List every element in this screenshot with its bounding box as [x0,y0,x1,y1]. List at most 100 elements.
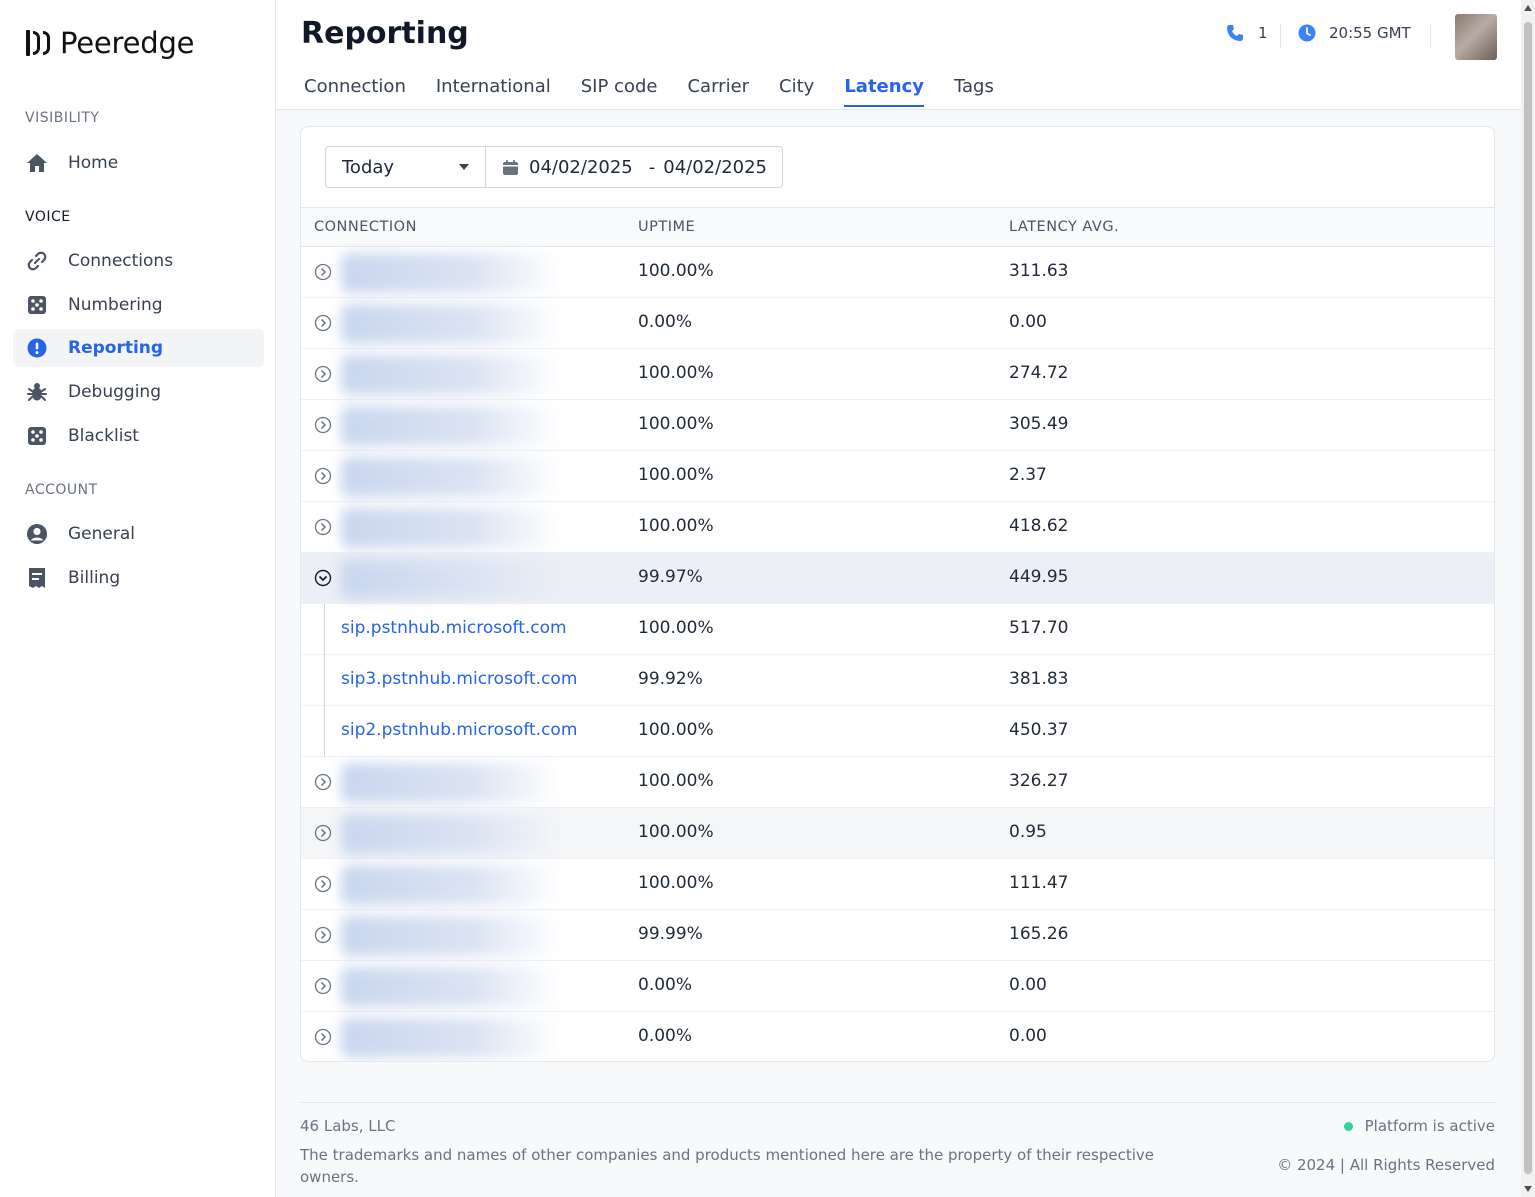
uptime-cell: 100.00% [638,516,714,536]
home-icon [25,151,49,175]
sidebar-item-connections[interactable]: Connections [13,242,264,280]
tab-international[interactable]: International [436,76,551,107]
table-row[interactable]: 100.00% 0.95 [301,808,1494,859]
page-scrollbar[interactable] [1521,0,1535,1197]
sidebar-item-numbering[interactable]: Numbering [13,286,264,324]
sub-row: sip.pstnhub.microsoft.com 100.00% 517.70 [301,604,1494,655]
expand-chevron-icon[interactable] [314,926,332,944]
copyright: © 2024 | All Rights Reserved [1277,1156,1495,1174]
latency-cell: 381.83 [1009,669,1069,689]
period-select[interactable]: Today [326,147,486,187]
platform-status: Platform is active [1343,1117,1495,1135]
column-header-uptime[interactable]: UPTIME [638,219,695,235]
scroll-down-icon[interactable] [1524,1186,1532,1192]
expand-chevron-icon[interactable] [314,518,332,536]
latency-cell: 450.37 [1009,720,1069,740]
latency-cell: 0.95 [1009,822,1047,842]
active-calls[interactable]: 1 [1226,24,1268,42]
latency-cell: 0.00 [1009,975,1047,995]
redacted-connection-name [341,865,561,905]
table-row[interactable]: 0.00% 0.00 [301,1012,1494,1061]
tab-sip-code[interactable]: SIP code [581,76,658,107]
table-row[interactable]: 99.99% 165.26 [301,910,1494,961]
tab-connection[interactable]: Connection [304,76,406,107]
sub-row: sip2.pstnhub.microsoft.com 100.00% 450.3… [301,706,1494,757]
sidebar-item-label: Numbering [68,295,163,315]
tab-latency[interactable]: Latency [844,76,924,107]
uptime-cell: 100.00% [638,465,714,485]
table-row[interactable]: 100.00% 305.49 [301,400,1494,451]
sidebar-item-label: Home [68,153,119,173]
table-row[interactable]: 100.00% 418.62 [301,502,1494,553]
avatar[interactable] [1455,14,1497,60]
expand-chevron-icon[interactable] [314,263,332,281]
table-row[interactable]: 0.00% 0.00 [301,298,1494,349]
expand-chevron-icon[interactable] [314,314,332,332]
expand-chevron-icon[interactable] [314,365,332,383]
table-row[interactable]: 0.00% 0.00 [301,961,1494,1012]
sidebar-item-debugging[interactable]: Debugging [13,373,264,411]
column-header-connection[interactable]: CONNECTION [314,219,417,235]
tab-carrier[interactable]: Carrier [687,76,749,107]
user-circle-icon [25,522,49,546]
latency-cell: 0.00 [1009,312,1047,332]
table-row[interactable]: 100.00% 111.47 [301,859,1494,910]
scrollbar-thumb[interactable] [1524,22,1532,1174]
company-name: 46 Labs, LLC [300,1117,396,1135]
sidebar-item-label: General [68,524,135,544]
caret-down-icon [459,164,469,170]
uptime-cell: 99.99% [638,924,703,944]
sidebar-item-general[interactable]: General [13,515,264,553]
uptime-cell: 100.00% [638,771,714,791]
dice-icon [25,293,49,317]
brand-logo[interactable]: Peeredge [26,26,195,60]
expand-chevron-icon[interactable] [314,1028,332,1046]
section-visibility: VISIBILITY [25,110,100,126]
column-header-latency[interactable]: LATENCY AVG. [1009,219,1119,235]
sidebar-item-reporting[interactable]: Reporting [13,329,264,367]
collapse-chevron-icon[interactable] [314,569,332,587]
latency-cell: 517.70 [1009,618,1069,638]
redacted-connection-name [341,559,561,599]
peeredge-logo-icon [26,28,50,58]
expand-chevron-icon[interactable] [314,773,332,791]
alert-circle-icon [25,336,49,360]
host-link[interactable]: sip3.pstnhub.microsoft.com [341,669,577,689]
platform-status-text: Platform is active [1364,1117,1495,1135]
uptime-cell: 99.97% [638,567,703,587]
footer: 46 Labs, LLC The trademarks and names of… [300,1102,1495,1186]
table-row-expanded[interactable]: 99.97% 449.95 [301,553,1494,604]
host-link[interactable]: sip2.pstnhub.microsoft.com [341,720,577,740]
expand-chevron-icon[interactable] [314,467,332,485]
status-dot-icon [1343,1121,1353,1131]
uptime-cell: 100.00% [638,822,714,842]
table-body: 100.00% 311.63 0.00% 0.00 100.00% 274.72… [301,247,1494,1061]
expand-chevron-icon[interactable] [314,875,332,893]
calendar-icon [502,159,519,176]
table-row[interactable]: 100.00% 2.37 [301,451,1494,502]
tab-city[interactable]: City [779,76,814,107]
sidebar-item-home[interactable]: Home [13,144,264,182]
table-row[interactable]: 100.00% 326.27 [301,757,1494,808]
sidebar-item-billing[interactable]: Billing [13,559,264,597]
date-range-picker[interactable]: 04/02/2025 - 04/02/2025 [486,147,767,187]
table-row[interactable]: 100.00% 274.72 [301,349,1494,400]
expand-chevron-icon[interactable] [314,977,332,995]
tab-tags[interactable]: Tags [954,76,994,107]
date-to[interactable]: 04/02/2025 [663,157,767,178]
expand-chevron-icon[interactable] [314,416,332,434]
uptime-cell: 100.00% [638,261,714,281]
latency-cell: 418.62 [1009,516,1069,536]
top-bar: Reporting 1 20:55 GMT Connection Interna… [276,0,1521,110]
expand-chevron-icon[interactable] [314,824,332,842]
sidebar-item-label: Debugging [68,382,161,402]
sidebar-item-label: Connections [68,251,174,271]
scroll-up-icon[interactable] [1524,5,1532,11]
date-from[interactable]: 04/02/2025 [529,157,633,178]
latency-cell: 274.72 [1009,363,1069,383]
table-row[interactable]: 100.00% 311.63 [301,247,1494,298]
host-link[interactable]: sip.pstnhub.microsoft.com [341,618,567,638]
sidebar-item-blacklist[interactable]: Blacklist [13,417,264,455]
clock-icon [1298,24,1316,42]
latency-cell: 2.37 [1009,465,1047,485]
